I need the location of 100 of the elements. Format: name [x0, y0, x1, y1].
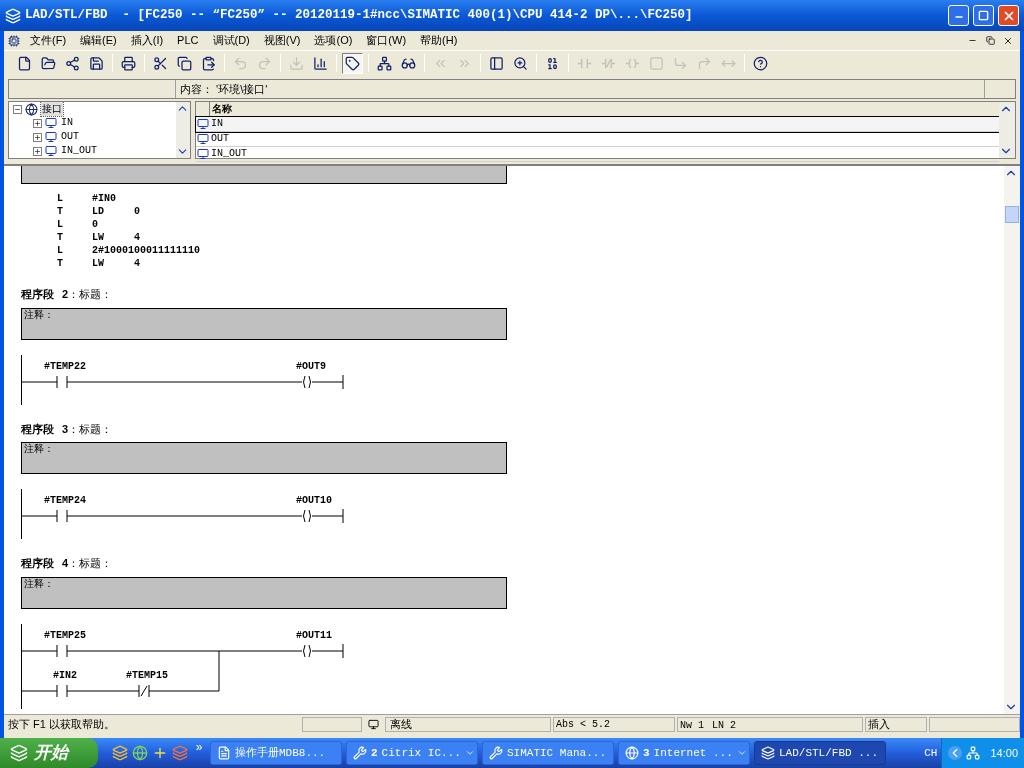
parameter-icon [45, 145, 57, 157]
status-panel [302, 716, 362, 732]
contact-label: #TEMP24 [44, 495, 86, 506]
status-help: 按下 F1 以获取帮助。 [7, 716, 116, 732]
more-button[interactable]: » [192, 738, 206, 756]
coil-label: #OUT10 [296, 495, 332, 506]
table-row[interactable]: OUT [196, 132, 999, 147]
table-cell: IN_OUT [210, 147, 248, 161]
quick-launch-icon[interactable] [172, 745, 188, 761]
tree-item[interactable]: IN_OUT [60, 144, 98, 158]
network-label: 程序段 [21, 556, 54, 571]
window-title: LAD/STL/FBD - [FC250 -- “FC250” -- 20120119-1#ncc\SIMATIC 400(1)\CPU 414-2 DP\...\FC250] [25, 7, 694, 25]
task-label: SIMATIC Mana... [507, 745, 607, 761]
menu-item[interactable]: 文件(F) [24, 32, 73, 49]
coil-label: #OUT9 [296, 360, 326, 372]
plus-icon [34, 133, 41, 141]
stl-operator: T [57, 257, 64, 270]
group-count: 2 [371, 745, 378, 761]
quick-launch-icon[interactable] [112, 745, 128, 761]
stl-operand: 2#1000100011111110 [92, 244, 201, 257]
app-icon [5, 7, 21, 24]
comment-box: 注释： [21, 576, 507, 609]
task-label: Citrix IC... [381, 745, 461, 761]
network-label: 程序段 [21, 287, 54, 302]
taskbar-button[interactable]: 2 Citrix IC... [346, 741, 478, 765]
scrollbar[interactable] [1004, 166, 1020, 714]
table-row[interactable]: IN [196, 117, 999, 132]
tree-item[interactable]: OUT [60, 130, 80, 144]
network-title: 3：标题： [62, 421, 113, 437]
quick-launch-icon[interactable] [152, 745, 168, 761]
maximize-button[interactable] [973, 5, 994, 26]
minimize-button[interactable] [948, 5, 969, 26]
expand-toggle[interactable] [33, 132, 42, 142]
stl-operand: LD [92, 205, 105, 218]
table-row[interactable]: IN_OUT [196, 147, 999, 162]
stl-operator: L [57, 218, 64, 231]
stl-value: 0 [134, 205, 140, 218]
program-icon [761, 746, 775, 760]
comment-box: 注释： [21, 442, 507, 474]
program-icon [217, 746, 231, 760]
parameter-icon [45, 117, 57, 129]
tree-item[interactable]: IN [60, 116, 74, 130]
task-label: LAD/STL/FBD ... [779, 745, 879, 761]
collapse-toggle[interactable] [13, 104, 22, 114]
close-button[interactable] [998, 5, 1019, 26]
contact-label: #TEMP15 [126, 669, 168, 681]
language-indicator[interactable]: CH [924, 744, 938, 762]
menu-item[interactable]: 编辑(E) [74, 32, 123, 49]
menu-item[interactable]: 视图(V) [257, 32, 307, 49]
table-cell: IN [210, 117, 224, 131]
contact-label: #IN2 [53, 669, 77, 681]
scrollbar[interactable] [999, 102, 1015, 158]
tree-item[interactable]: 接口 [41, 102, 63, 116]
network-tray-icon[interactable] [966, 746, 981, 760]
menu-item[interactable]: 插入(I) [124, 32, 170, 49]
stl-operator: T [57, 231, 64, 244]
expand-toggle[interactable] [33, 118, 42, 128]
scroll-thumb[interactable] [1005, 206, 1019, 223]
group-count: 3 [643, 745, 650, 761]
menu-item[interactable]: 调试(D) [206, 32, 256, 49]
status-network: Nw 1 [680, 718, 704, 731]
plus-icon [34, 147, 41, 155]
contact-label: #TEMP22 [44, 360, 86, 372]
interface-icon [25, 102, 38, 116]
close-icon [1003, 35, 1013, 46]
program-icon [489, 746, 503, 760]
status-line: LN 2 [712, 718, 737, 731]
comment-box: 注释： [21, 307, 507, 340]
menu-item[interactable]: PLC [171, 32, 205, 49]
network-title: 2：标题： [62, 287, 113, 302]
taskbar-button[interactable]: LAD/STL/FBD ... [754, 741, 886, 765]
parameter-icon [196, 118, 210, 130]
taskbar-button[interactable]: 操作手册MDB8... [210, 741, 342, 765]
stl-value: 4 [134, 231, 140, 244]
contact-label: #TEMP25 [44, 629, 86, 641]
menu-item[interactable]: 选项(O) [308, 32, 359, 49]
parameter-icon [196, 148, 210, 160]
maximize-icon [978, 10, 989, 21]
stl-value: 4 [134, 257, 140, 270]
clock: 14:00 [990, 745, 1018, 761]
menu-item[interactable]: 帮助(H) [414, 32, 464, 49]
content-path: 内容： '环境\接口' [176, 80, 985, 98]
stl-operand: #IN0 [92, 192, 117, 205]
program-icon [625, 746, 639, 760]
expand-toggle[interactable] [33, 146, 42, 156]
tray-expand-icon[interactable] [948, 746, 963, 760]
coil-label: #OUT11 [296, 629, 332, 641]
parameter-icon [196, 133, 210, 145]
status-monitor-icon [368, 718, 379, 730]
taskbar-button[interactable]: SIMATIC Mana... [482, 741, 614, 765]
status-connection: 离线 [385, 716, 551, 732]
menu-item[interactable]: 窗口(W) [360, 32, 413, 49]
taskbar-button[interactable]: 3 Internet ... [618, 741, 750, 765]
network-label: 程序段 [21, 421, 54, 437]
stl-operator: T [57, 205, 64, 218]
plus-icon [34, 119, 41, 127]
quick-launch-icon[interactable] [132, 745, 148, 761]
scrollbar[interactable] [176, 102, 190, 158]
column-header: 名称 [211, 102, 233, 116]
network-title: 4：标题： [62, 556, 113, 571]
